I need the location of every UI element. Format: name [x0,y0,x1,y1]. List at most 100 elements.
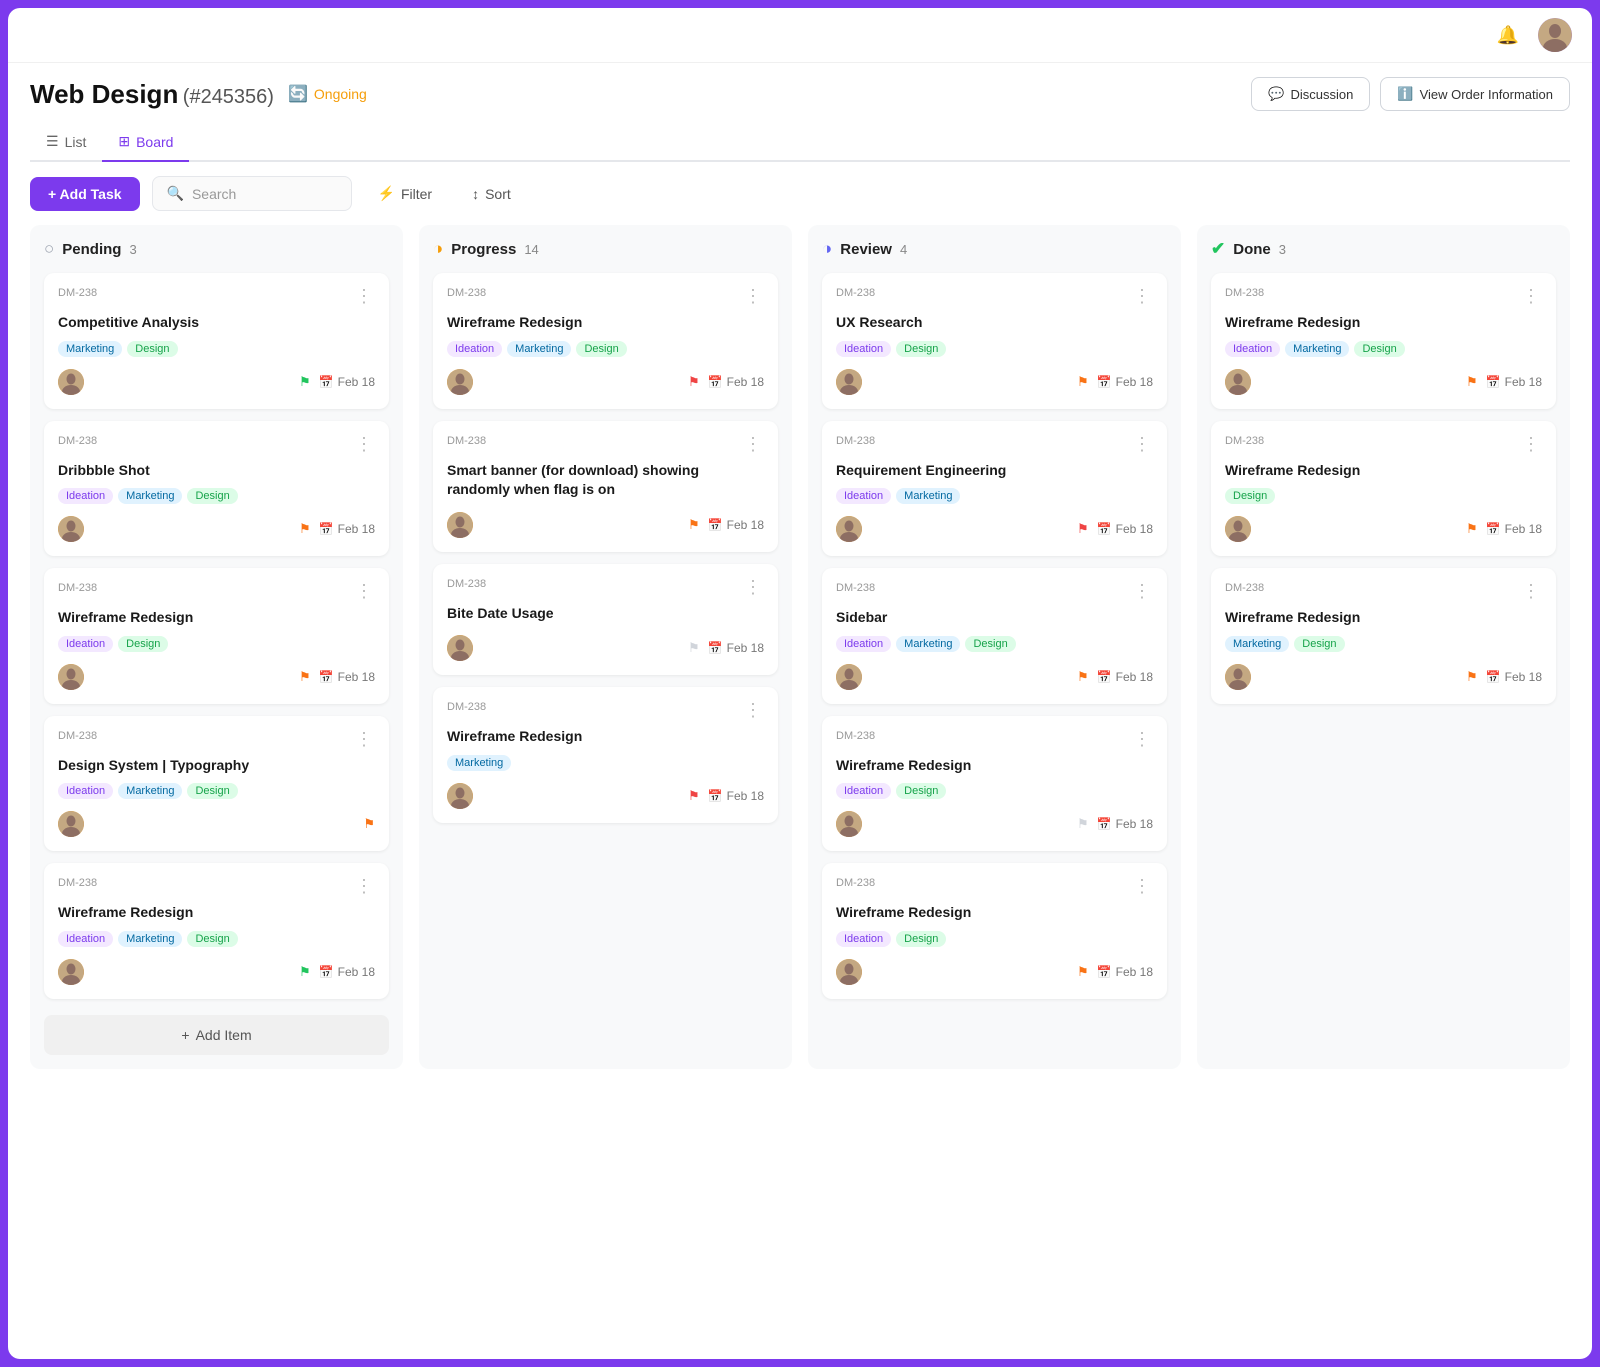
card-id: DM-238 [836,287,875,299]
card-title: Wireframe Redesign [1225,461,1542,481]
column-header-progress: ◑ Progress 14 [433,239,778,259]
tab-board-label: Board [136,134,173,150]
add-item-button[interactable]: + Add Item [44,1015,389,1055]
tab-board[interactable]: ⊞ Board [102,123,189,162]
avatar [447,783,473,809]
card-menu[interactable]: ⋮ [1131,877,1153,895]
tab-list[interactable]: ☰ List [30,123,102,162]
card-tags: IdeationMarketing [836,488,1153,504]
card-menu[interactable]: ⋮ [353,730,375,748]
calendar-icon: 📅 [708,518,723,532]
info-icon: ℹ️ [1397,86,1413,102]
sort-label: Sort [485,186,511,202]
card-tags: IdeationMarketingDesign [447,341,764,357]
card: DM-238 ⋮ Smart banner (for download) sho… [433,421,778,552]
card-menu[interactable]: ⋮ [742,578,764,596]
tag-design: Design [896,931,946,947]
card-menu[interactable]: ⋮ [1520,582,1542,600]
card-meta: ⚑ 📅 Feb 18 [1466,374,1542,390]
column-title-progress: Progress [451,241,516,258]
card-title: Sidebar [836,608,1153,628]
calendar-icon: 📅 [1097,965,1112,979]
card-menu[interactable]: ⋮ [1520,435,1542,453]
card-menu[interactable]: ⋮ [353,582,375,600]
card-header: DM-238 ⋮ [836,877,1153,895]
column-title-done: Done [1233,241,1271,258]
search-box[interactable]: 🔍 Search [152,176,352,211]
column-header-pending: ○ Pending 3 [44,239,389,259]
notification-icon[interactable]: 🔔 [1492,19,1524,51]
card-id: DM-238 [1225,582,1264,594]
card-footer: ⚑ 📅 Feb 18 [1225,516,1542,542]
project-title-row: Web Design (#245356) 🔄 Ongoing 💬 Discuss… [30,77,1570,111]
avatar [836,664,862,690]
card-header: DM-238 ⋮ [58,582,375,600]
avatar [836,811,862,837]
user-avatar-top[interactable] [1538,18,1572,52]
tag-marketing: Marketing [118,783,182,799]
card-meta: ⚑ 📅 Feb 18 [299,374,375,390]
card-title: Wireframe Redesign [447,727,764,747]
tag-marketing: Marketing [1285,341,1349,357]
avatar [58,664,84,690]
card: DM-238 ⋮ Dribbble Shot IdeationMarketing… [44,421,389,557]
card-menu[interactable]: ⋮ [1131,730,1153,748]
tag-ideation: Ideation [836,931,891,947]
tag-design: Design [1294,636,1344,652]
calendar-icon: 📅 [319,670,334,684]
card-menu[interactable]: ⋮ [353,435,375,453]
card-footer: ⚑ 📅 Feb 18 [836,664,1153,690]
card-menu[interactable]: ⋮ [742,701,764,719]
card-tags: IdeationDesign [58,636,375,652]
card-meta: ⚑ 📅 Feb 18 [1077,521,1153,537]
add-task-button[interactable]: + Add Task [30,177,140,211]
avatar [836,369,862,395]
date-meta: 📅 Feb 18 [1486,522,1542,536]
card: DM-238 ⋮ Wireframe Redesign Design ⚑ 📅 F… [1211,421,1556,557]
tag-design: Design [1354,341,1404,357]
card-meta: ⚑ 📅 Feb 18 [688,640,764,656]
filter-button[interactable]: ⚡ Filter [364,177,447,210]
card-footer: ⚑ 📅 Feb 18 [58,516,375,542]
tag-ideation: Ideation [447,341,502,357]
date-meta: 📅 Feb 18 [1097,375,1153,389]
search-icon: 🔍 [167,185,184,202]
card-menu[interactable]: ⋮ [1131,582,1153,600]
discussion-button[interactable]: 💬 Discussion [1251,77,1370,111]
tag-ideation: Ideation [836,783,891,799]
column-count-pending: 3 [129,242,136,257]
card-footer: ⚑ 📅 Feb 18 [1225,664,1542,690]
toolbar: + Add Task 🔍 Search ⚡ Filter ↕ Sort [8,162,1592,225]
card-menu[interactable]: ⋮ [1520,287,1542,305]
card-menu[interactable]: ⋮ [1131,435,1153,453]
card-id: DM-238 [447,701,486,713]
card-meta: ⚑ 📅 Feb 18 [1466,669,1542,685]
card-menu[interactable]: ⋮ [353,287,375,305]
card-menu[interactable]: ⋮ [353,877,375,895]
calendar-icon: 📅 [1097,670,1112,684]
avatar [58,369,84,395]
card-footer: ⚑ 📅 Feb 18 [447,783,764,809]
card-menu[interactable]: ⋮ [742,435,764,453]
avatar [836,516,862,542]
date-text: Feb 18 [1505,375,1542,389]
card-meta: ⚑ 📅 Feb 18 [1077,964,1153,980]
calendar-icon: 📅 [1486,522,1501,536]
card-id: DM-238 [58,877,97,889]
date-meta: 📅 Feb 18 [1097,817,1153,831]
card-menu[interactable]: ⋮ [1131,287,1153,305]
card-title: Wireframe Redesign [58,903,375,923]
card-title: Wireframe Redesign [1225,313,1542,333]
date-text: Feb 18 [338,670,375,684]
avatar [447,369,473,395]
card-menu[interactable]: ⋮ [742,287,764,305]
date-meta: 📅 Feb 18 [1097,522,1153,536]
avatar [58,516,84,542]
sort-button[interactable]: ↕ Sort [458,178,525,210]
date-text: Feb 18 [1116,375,1153,389]
calendar-icon: 📅 [319,375,334,389]
view-order-button[interactable]: ℹ️ View Order Information [1380,77,1570,111]
card-header: DM-238 ⋮ [836,287,1153,305]
card-footer: ⚑ 📅 Feb 18 [836,516,1153,542]
column-header-done: ✔ Done 3 [1211,239,1556,259]
